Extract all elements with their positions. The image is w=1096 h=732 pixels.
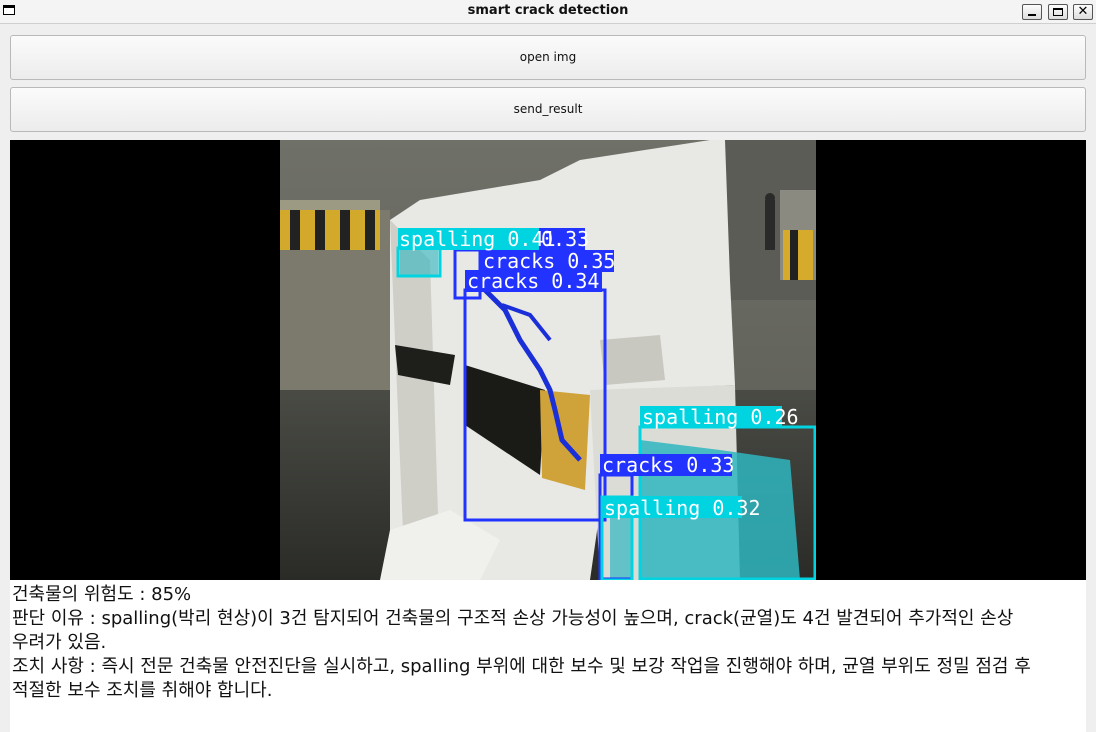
action-text-line1: 조치 사항 : 즉시 전문 건축물 안전진단을 실시하고, spalling 부… bbox=[12, 656, 1031, 677]
label-033-top: 0.33 bbox=[541, 227, 589, 251]
reason-text-line2: 우려가 있음. bbox=[12, 632, 107, 653]
reason-text-line1: 판단 이유 : spalling(박리 현상)이 3건 탐지되어 건축물의 구조… bbox=[12, 608, 1014, 629]
result-panel: 건축물의 위험도 : 85% 판단 이유 : spalling(박리 현상)이 … bbox=[10, 580, 1086, 732]
image-viewer: spalling 0.41 0.33 cracks 0.35 cracks 0.… bbox=[10, 140, 1086, 580]
risk-text: 건축물의 위험도 : 85% bbox=[12, 584, 192, 605]
label-spalling-041: spalling 0.41 bbox=[399, 227, 556, 251]
label-spalling-032: spalling 0.32 bbox=[604, 496, 761, 520]
action-text-line2: 적절한 보수 조치를 취해야 합니다. bbox=[12, 680, 273, 701]
close-icon[interactable]: ✕ bbox=[1073, 4, 1093, 20]
label-spalling-026: spalling 0.26 bbox=[642, 405, 799, 429]
maximize-icon[interactable] bbox=[1048, 4, 1068, 20]
label-cracks-034: cracks 0.34 bbox=[467, 269, 599, 293]
open-img-button[interactable]: open img bbox=[10, 35, 1086, 80]
label-cracks-033: cracks 0.33 bbox=[602, 453, 734, 477]
send-result-button[interactable]: send_result bbox=[10, 87, 1086, 132]
title-bar: smart crack detection ✕ bbox=[0, 0, 1096, 24]
minimize-icon[interactable] bbox=[1022, 4, 1042, 20]
window-title: smart crack detection bbox=[467, 3, 629, 18]
detection-image: spalling 0.41 0.33 cracks 0.35 cracks 0.… bbox=[280, 140, 816, 580]
